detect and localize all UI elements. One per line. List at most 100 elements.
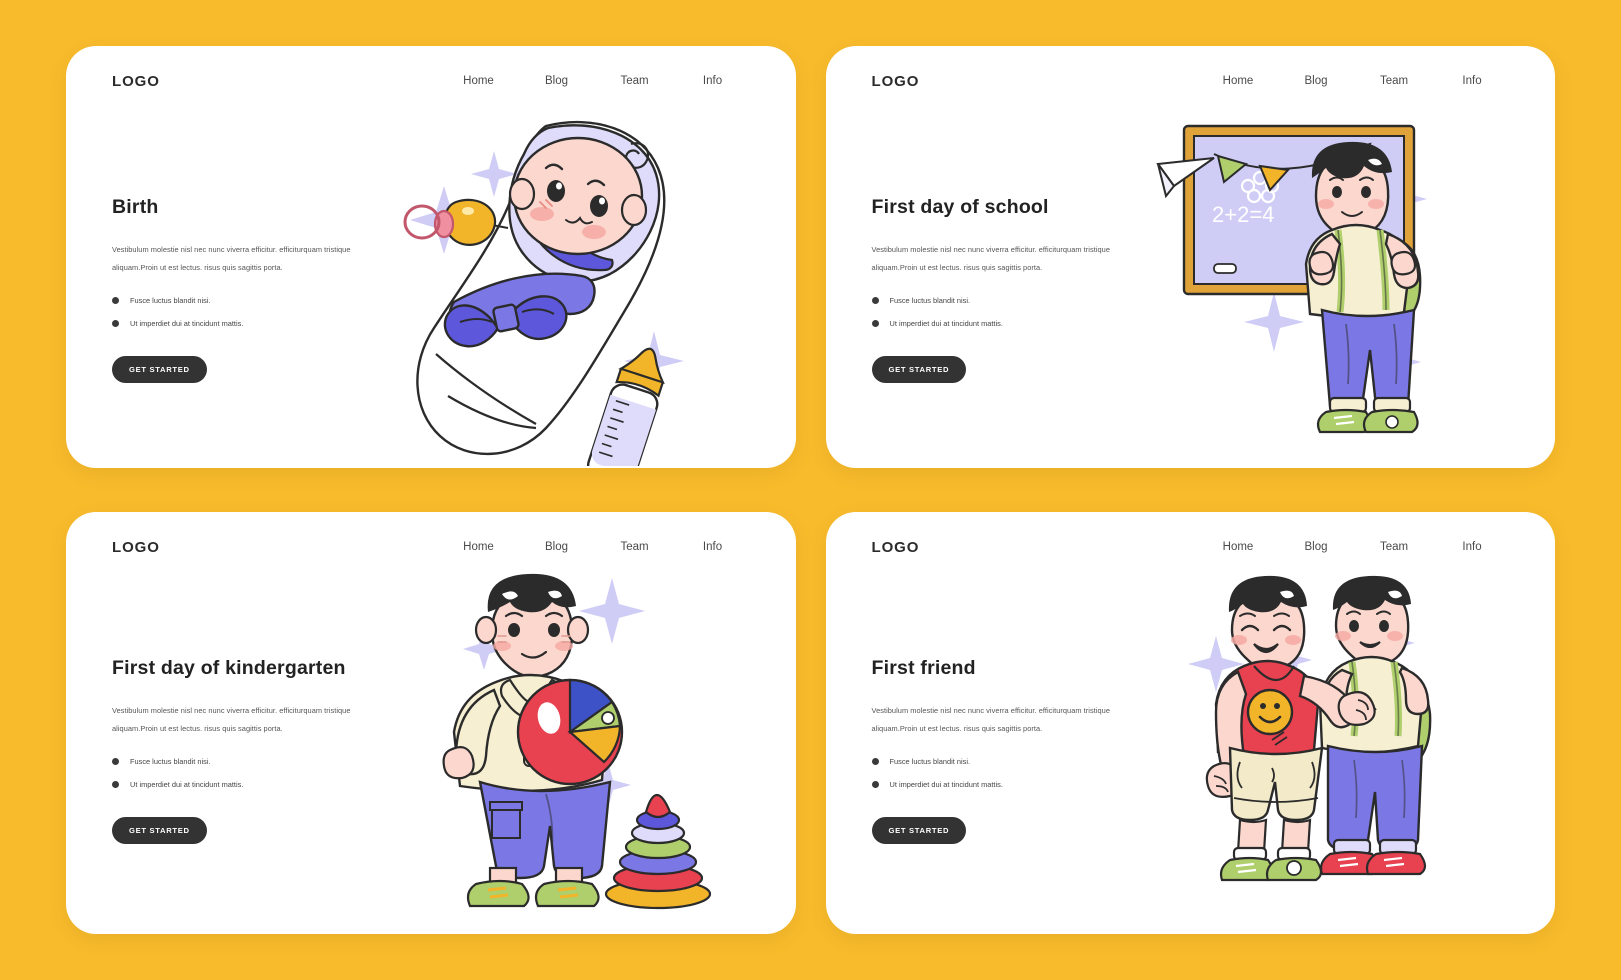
baby-bottle <box>586 347 665 466</box>
boy-eye-left <box>1331 186 1342 198</box>
boy-head <box>1314 154 1389 239</box>
trouser-crease-left <box>1344 323 1350 385</box>
shoe-laces <box>487 886 579 899</box>
list-item-label: Ut imperdiet dui at tincidunt mattis. <box>889 780 1003 790</box>
baby-eye-right-glint <box>599 197 605 205</box>
boy-trousers <box>478 780 612 880</box>
boy-hand-left <box>1307 250 1334 276</box>
logo[interactable]: LOGO <box>872 73 920 90</box>
baby-blush-right <box>582 225 606 239</box>
boy-ear-right <box>566 615 590 645</box>
list-item: Fusce luctus blandit nisi. <box>871 296 1142 306</box>
navbar: LOGO Home Blog Team Info <box>826 512 1556 582</box>
boy-hair <box>1311 141 1392 179</box>
baby-blush-left <box>530 207 554 221</box>
get-started-button[interactable]: GET STARTED <box>871 817 967 845</box>
boy-eye-left <box>508 623 520 637</box>
nav-link-team[interactable]: Team <box>1355 541 1433 553</box>
nav-link-blog[interactable]: Blog <box>518 541 596 553</box>
friend-b-eye-right <box>1378 620 1389 632</box>
get-started-button[interactable]: GET STARTED <box>871 356 967 384</box>
friend-a-brow-left <box>1238 612 1256 617</box>
bullet-dot-icon <box>871 781 879 789</box>
get-started-button[interactable]: GET STARTED <box>112 817 207 845</box>
beach-ball <box>516 678 624 786</box>
nav-link-team[interactable]: Team <box>596 541 674 553</box>
sash-band <box>446 272 596 343</box>
pacifier-highlight <box>462 207 474 215</box>
page-title: Birth <box>112 196 159 218</box>
friend-a-hand-fingers <box>1355 699 1369 721</box>
shorts-pocket-left <box>1236 761 1243 789</box>
ring-lavender <box>630 821 686 845</box>
boy-ear-left <box>474 615 498 645</box>
nav-link-blog[interactable]: Blog <box>518 75 596 87</box>
list-item-label: Fusce luctus blandit nisi. <box>889 296 971 306</box>
boy-blush-right <box>555 641 573 651</box>
nav-links: Home Blog Team Info <box>1199 541 1511 553</box>
nav-link-blog[interactable]: Blog <box>1277 541 1355 553</box>
navbar: LOGO Home Blog Team Info <box>66 512 796 582</box>
sparkle-icon <box>463 578 645 808</box>
ball-segment-green <box>569 700 622 734</box>
friend-a-mouth-open <box>1252 643 1279 654</box>
nav-link-home[interactable]: Home <box>1199 541 1277 553</box>
logo[interactable]: LOGO <box>872 539 920 556</box>
boy-hand-right <box>588 712 622 756</box>
shoe-left <box>1316 408 1371 434</box>
friend-b-hair-highlight <box>1387 590 1402 599</box>
sweater-button <box>528 718 536 726</box>
friend-b-mouth <box>1358 641 1381 648</box>
boy-eye-right <box>548 623 560 637</box>
bunting-flag-red <box>1339 142 1372 172</box>
logo[interactable]: LOGO <box>112 73 160 90</box>
nav-links: Home Blog Team Info <box>1199 75 1511 87</box>
friend-b-strap-right <box>1390 661 1402 737</box>
boy-eye-right <box>1360 186 1371 198</box>
landing-page-set: LOGO Home Blog Team Info Birth Vestibulu… <box>0 0 1621 980</box>
bunting-string <box>1213 143 1370 170</box>
pacifier-bulb <box>443 198 497 246</box>
nav-link-info[interactable]: Info <box>674 75 752 87</box>
nav-link-info[interactable]: Info <box>674 541 752 553</box>
backpack-strap-right <box>1376 229 1389 311</box>
friend-b-shirt <box>1318 655 1423 754</box>
hood-curl <box>624 142 650 169</box>
friend-b-brow-left <box>1345 610 1361 615</box>
boy-blush-right <box>1367 199 1384 209</box>
friend-a-fingers <box>1213 775 1229 793</box>
shorts-fly <box>1270 767 1275 783</box>
bullet-dot-icon <box>871 758 879 766</box>
friend-b-arm-left <box>1322 668 1354 718</box>
nav-link-home[interactable]: Home <box>1199 75 1277 87</box>
shoe-left <box>466 879 530 908</box>
body-paragraph: Vestibulum molestie nisl nec nunc viverr… <box>871 706 1110 733</box>
friend-a-shoe-right <box>1265 856 1322 882</box>
hair-highlight <box>1367 158 1382 166</box>
list-item: Ut imperdiet dui at tincidunt mattis. <box>871 319 1142 328</box>
page-title: First day of kindergarten <box>112 657 346 679</box>
friend-b-shoe-right <box>1365 850 1426 876</box>
friend-a-shoe-laces <box>1235 862 1256 874</box>
chalk-flower-icon <box>1240 170 1279 204</box>
nav-link-info[interactable]: Info <box>1433 541 1511 553</box>
bottle-milk <box>591 394 657 466</box>
get-started-button[interactable]: GET STARTED <box>112 356 207 384</box>
friend-b-blush-left <box>1334 631 1351 641</box>
baby-face <box>512 136 644 256</box>
nav-link-home[interactable]: Home <box>440 75 518 87</box>
leg-left <box>488 866 518 886</box>
bow-right-loop <box>510 295 568 341</box>
boy-brow-left <box>504 611 524 618</box>
nav-link-info[interactable]: Info <box>1433 75 1511 87</box>
boy-brow-left <box>1328 176 1344 181</box>
nav-link-team[interactable]: Team <box>596 75 674 87</box>
nav-link-blog[interactable]: Blog <box>1277 75 1355 87</box>
friend-b-backpack <box>1386 670 1431 771</box>
friend-b-shirt-crease <box>1360 697 1377 715</box>
logo[interactable]: LOGO <box>112 539 160 556</box>
nav-link-team[interactable]: Team <box>1355 75 1433 87</box>
nav-link-home[interactable]: Home <box>440 541 518 553</box>
nav-links: Home Blog Team Info <box>440 75 752 87</box>
friend-b-cuff-left <box>1332 838 1371 856</box>
